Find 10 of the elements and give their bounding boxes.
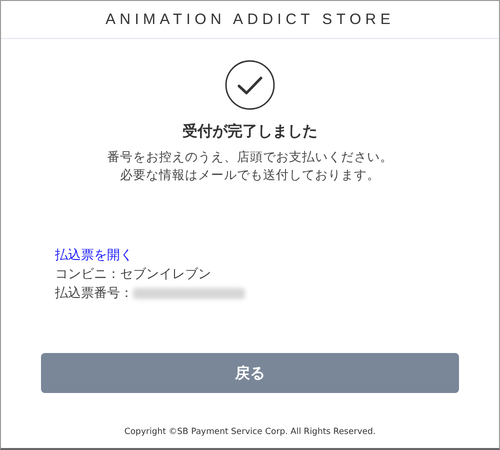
message-line: 番号をお控えのうえ、店頭でお支払いください。 bbox=[107, 148, 393, 166]
store-text: コンビニ：セブンイレブン bbox=[55, 266, 211, 284]
store-title: ANIMATION ADDICT STORE bbox=[105, 11, 395, 28]
copyright-text: Copyright ©SB Payment Service Corp. All Rights Reserved. bbox=[124, 427, 376, 437]
message-line: 必要な情報はメールでも送付しております。 bbox=[119, 166, 381, 184]
slip-number-label: 払込票番号： bbox=[55, 285, 133, 303]
back-button[interactable]: 戻る bbox=[41, 353, 459, 393]
completion-title: 受付が完了しました bbox=[182, 122, 318, 141]
checkmark-circle-icon bbox=[225, 60, 275, 110]
open-slip-link[interactable]: 払込票を開く bbox=[55, 246, 133, 265]
